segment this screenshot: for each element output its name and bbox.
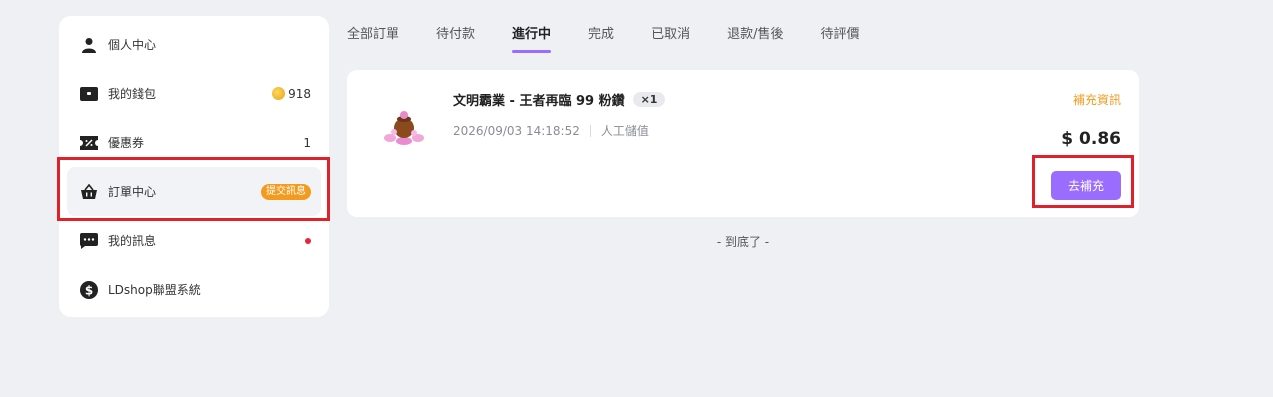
- go-supplement-button[interactable]: 去補充: [1051, 171, 1121, 200]
- wallet-balance: 918: [272, 87, 311, 101]
- sidebar-item-messages[interactable]: 我的訊息: [67, 216, 321, 265]
- unread-dot: [305, 237, 311, 244]
- submit-info-badge: 提交訊息: [261, 183, 311, 200]
- sidebar: 個人中心 我的錢包 918 優惠券 1 訂單中心 提交訊息 我的訊息 $ LDs…: [59, 16, 329, 317]
- tab-refund[interactable]: 退款/售後: [727, 18, 783, 53]
- sidebar-item-orders[interactable]: 訂單中心 提交訊息: [67, 167, 321, 216]
- supplement-info-link[interactable]: 補充資訊: [1073, 91, 1121, 108]
- order-meta: 2026/09/03 14:18:52 人工儲值: [453, 122, 649, 139]
- sidebar-item-label: 訂單中心: [108, 185, 157, 199]
- sidebar-item-label: 我的錢包: [108, 87, 157, 101]
- tab-pending-review[interactable]: 待評價: [820, 18, 859, 53]
- order-datetime: 2026/09/03 14:18:52: [453, 123, 580, 138]
- chat-icon: [79, 231, 99, 251]
- sidebar-item-affiliate[interactable]: $ LDshop聯盟系統: [67, 265, 321, 314]
- coin-icon: [272, 87, 286, 100]
- quantity-pill: ×1: [632, 92, 666, 107]
- order-tabs: 全部訂單 待付款 進行中 完成 已取消 退款/售後 待評價: [347, 18, 896, 53]
- product-image[interactable]: [380, 106, 428, 146]
- product-title-text: 文明霸業 - 王者再臨 99 粉鑽: [453, 94, 625, 109]
- sidebar-item-label: 我的訊息: [108, 234, 157, 248]
- sidebar-item-wallet[interactable]: 我的錢包 918: [67, 69, 321, 118]
- tab-cancelled[interactable]: 已取消: [651, 18, 690, 53]
- order-center-page: 個人中心 我的錢包 918 優惠券 1 訂單中心 提交訊息 我的訊息 $ LDs…: [0, 0, 1273, 397]
- tab-in-progress[interactable]: 進行中: [512, 18, 552, 53]
- wallet-balance-value: 918: [288, 86, 311, 101]
- order-method: 人工儲值: [600, 124, 649, 138]
- wallet-icon: [79, 84, 99, 104]
- tab-pending-payment[interactable]: 待付款: [436, 18, 475, 53]
- tab-all-orders[interactable]: 全部訂單: [347, 18, 399, 53]
- coupon-icon: [79, 133, 99, 153]
- order-price: $ 0.86: [1061, 129, 1121, 149]
- end-of-list-text: - 到底了 -: [716, 235, 770, 249]
- sidebar-item-label: 優惠券: [108, 136, 145, 150]
- sidebar-item-label: 個人中心: [108, 38, 157, 52]
- tab-completed[interactable]: 完成: [588, 18, 614, 53]
- dollar-icon: $: [79, 280, 99, 300]
- sidebar-item-coupon[interactable]: 優惠券 1: [67, 118, 321, 167]
- coupon-count: 1: [303, 135, 311, 150]
- svg-text:$: $: [85, 283, 93, 297]
- basket-icon: [79, 182, 99, 202]
- sidebar-item-label: LDshop聯盟系統: [108, 283, 201, 297]
- sidebar-item-profile[interactable]: 個人中心: [67, 20, 321, 69]
- order-card: 文明霸業 - 王者再臨 99 粉鑽 ×1 2026/09/03 14:18:52…: [347, 70, 1139, 217]
- user-icon: [79, 35, 99, 55]
- product-title[interactable]: 文明霸業 - 王者再臨 99 粉鑽 ×1: [453, 90, 666, 109]
- meta-divider: [589, 124, 591, 137]
